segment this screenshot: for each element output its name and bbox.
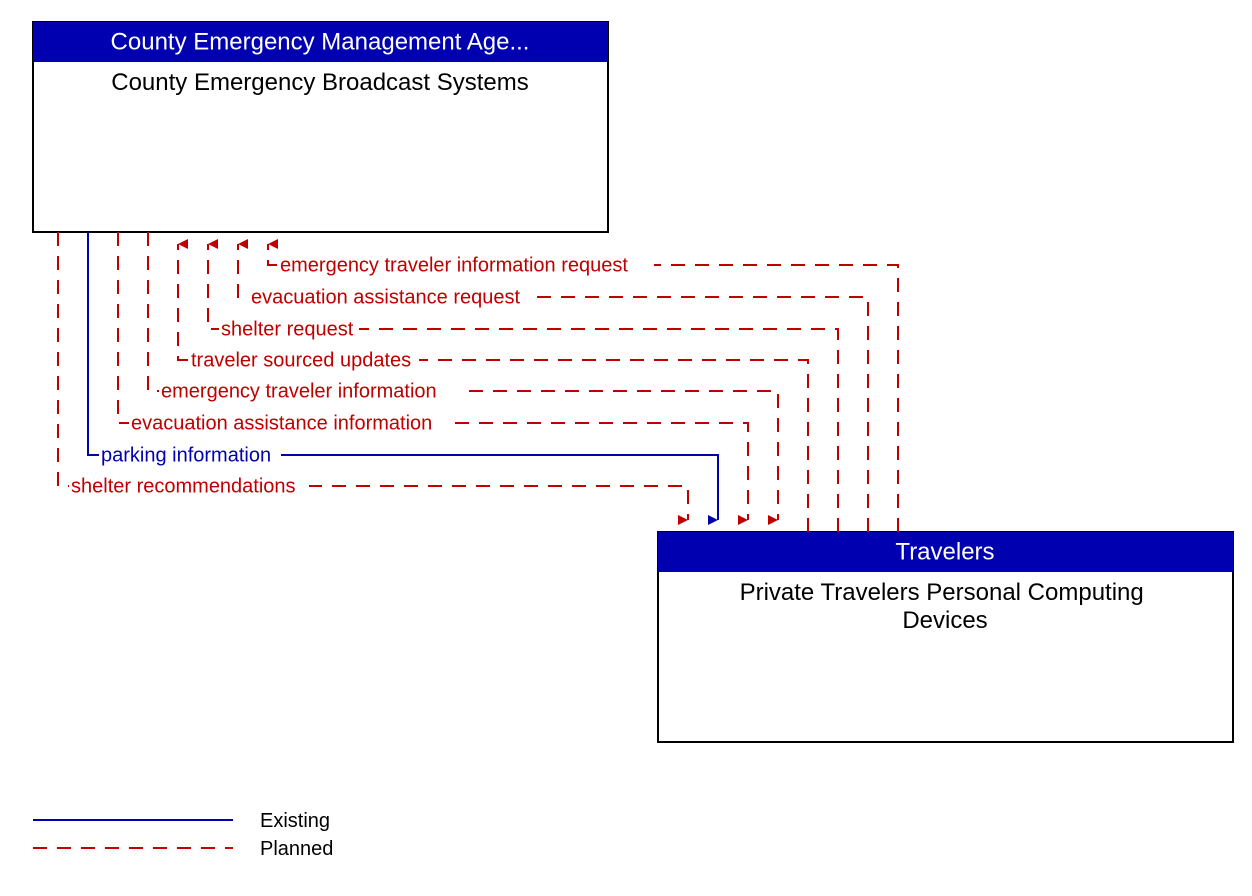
entity-top-name: County Emergency Broadcast Systems [111, 69, 529, 96]
architecture-diagram: County Emergency Management Age... Count… [0, 0, 1252, 896]
flow-label: traveler sourced updates [191, 349, 411, 371]
flow-labels: emergency traveler information request e… [69, 254, 654, 497]
flow-label: parking information [101, 444, 271, 466]
flow-label: emergency traveler information request [280, 254, 628, 276]
flow-label: evacuation assistance information [131, 412, 432, 434]
entity-private-travelers-personal-computing-devices: Travelers Private Travelers Personal Com… [658, 532, 1233, 742]
flow-label: emergency traveler information [161, 380, 437, 402]
legend-planned-label: Planned [260, 838, 333, 860]
flow-label: shelter request [221, 318, 354, 340]
entity-bottom-header: Travelers [895, 538, 994, 565]
entity-top-header: County Emergency Management Age... [111, 28, 530, 55]
legend-existing-label: Existing [260, 810, 330, 832]
flow-label: shelter recommendations [71, 475, 296, 497]
entity-county-emergency-broadcast-systems: County Emergency Management Age... Count… [33, 22, 608, 232]
flow-label: evacuation assistance request [251, 286, 520, 308]
legend: Existing Planned [33, 810, 333, 860]
